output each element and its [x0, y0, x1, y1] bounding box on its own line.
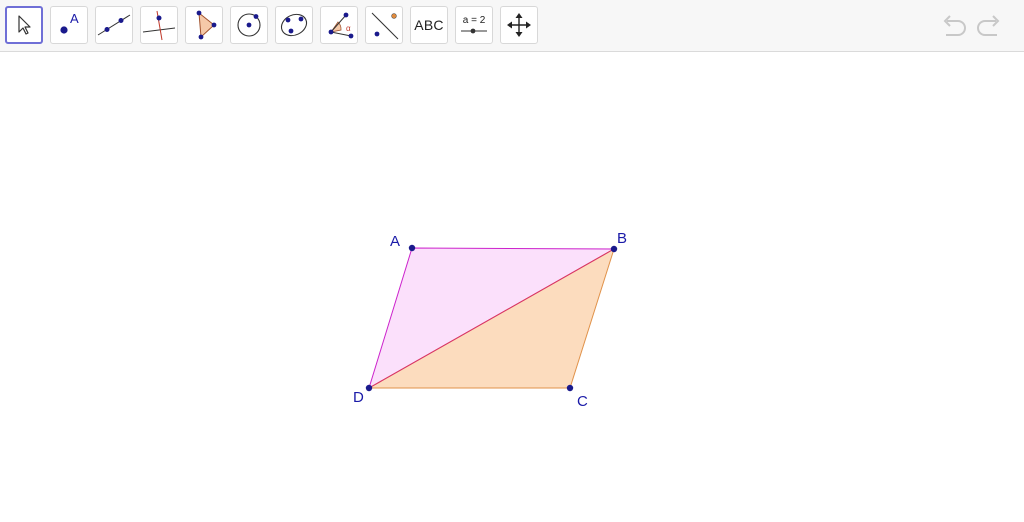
angle-icon: α — [328, 12, 354, 39]
line-icon — [97, 14, 131, 36]
point-D[interactable] — [365, 384, 373, 392]
redo-button[interactable] — [974, 12, 1006, 40]
slider-tool-button[interactable]: a = 2 — [455, 6, 493, 44]
slider-tool-label: a = 2 — [463, 15, 486, 26]
line-tool-button[interactable] — [95, 6, 133, 44]
point-B-label[interactable]: B — [617, 230, 627, 247]
perpendicular-tool-button[interactable] — [140, 6, 178, 44]
geometry-canvas[interactable]: A B C D — [0, 53, 1024, 522]
point-C[interactable] — [566, 384, 574, 392]
reflect-tool-button[interactable] — [365, 6, 403, 44]
reflect-icon — [371, 12, 399, 40]
graphics-view[interactable]: A B C D — [0, 53, 1024, 522]
undo-icon — [943, 15, 966, 36]
angle-tool-label: α — [346, 24, 351, 33]
point-tool-label: A — [70, 11, 79, 26]
redo-icon — [977, 15, 1000, 36]
point-icon: A — [60, 11, 79, 34]
conic-icon — [280, 13, 308, 37]
polygon-tool-button[interactable] — [185, 6, 223, 44]
move-graphics-tool-button[interactable] — [500, 6, 538, 44]
move-tool-button[interactable] — [5, 6, 43, 44]
polygon-icon — [196, 10, 217, 40]
conic-tool-button[interactable] — [275, 6, 313, 44]
point-C-label[interactable]: C — [577, 393, 588, 410]
point-A[interactable] — [408, 244, 416, 252]
circle-icon — [237, 13, 261, 37]
slider-icon: a = 2 — [461, 15, 487, 34]
move-graphics-icon — [507, 13, 531, 37]
arrow-cursor-icon — [18, 15, 31, 35]
text-tool-button[interactable]: ABC — [410, 6, 448, 44]
point-A-label[interactable]: A — [390, 233, 400, 250]
undo-button[interactable] — [937, 12, 969, 40]
geogebra-app: A α ABC a = 2 A B C D — [0, 0, 1024, 522]
text-icon: ABC — [414, 17, 444, 33]
point-D-label[interactable]: D — [353, 389, 364, 406]
toolbar: A α ABC a = 2 — [0, 0, 1024, 52]
perpendicular-line-icon — [142, 10, 176, 41]
circle-tool-button[interactable] — [230, 6, 268, 44]
point-tool-button[interactable]: A — [50, 6, 88, 44]
angle-tool-button[interactable]: α — [320, 6, 358, 44]
